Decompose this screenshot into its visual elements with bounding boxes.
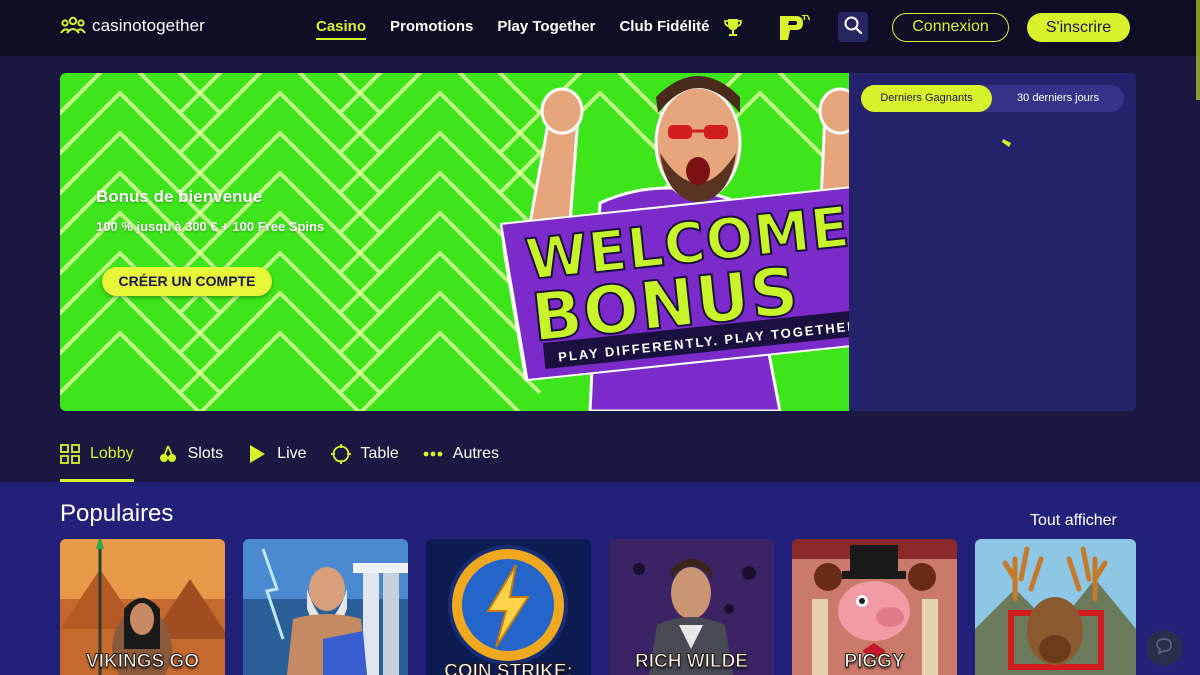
loading-spinner-icon (999, 133, 1019, 158)
tab-30-derniers-jours[interactable]: 30 derniers jours (992, 85, 1124, 112)
tab-lobby[interactable]: Lobby (60, 440, 134, 482)
game-title: VIKINGS GO (86, 651, 200, 673)
nav-club-fidelite[interactable]: Club Fidélité (619, 18, 709, 40)
chip-icon (330, 444, 351, 464)
hero-subtitle: 100 % jusqu'à 300 € + 100 Free Spins (96, 219, 325, 234)
tab-label: Lobby (90, 445, 134, 462)
winners-tabs: Derniers Gagnants 30 derniers jours (861, 85, 1124, 112)
game-card[interactable]: PIGGY (792, 539, 957, 675)
tab-label: Table (360, 445, 399, 462)
cherries-icon (158, 444, 178, 464)
tab-live[interactable]: Live (247, 440, 307, 482)
tab-slots[interactable]: Slots (158, 440, 224, 482)
main-nav: Casino Promotions Play Together Club Fid… (316, 18, 733, 40)
page-scrollbar[interactable] (1196, 0, 1200, 100)
tab-label: Slots (187, 445, 224, 462)
game-card[interactable] (975, 539, 1136, 675)
section-title: Populaires (60, 500, 174, 527)
search-button[interactable] (838, 12, 868, 42)
game-title: RICH WILDE (635, 651, 749, 673)
category-tabs: Lobby Slots Live Table Autres (60, 440, 523, 482)
login-button[interactable]: Connexion (892, 13, 1009, 42)
site-logo[interactable]: casinotogether (60, 16, 205, 36)
nav-play-together[interactable]: Play Together (497, 18, 595, 40)
logo-people-icon (60, 16, 86, 36)
signup-button[interactable]: S'inscrire (1027, 13, 1130, 42)
tab-label: Autres (452, 445, 500, 462)
game-card[interactable]: RICH WILDE (609, 539, 774, 675)
nav-promotions[interactable]: Promotions (390, 18, 473, 40)
dots-icon (423, 444, 443, 464)
game-card[interactable]: VIKINGS GO (60, 539, 225, 675)
top-header: casinotogether Casino Promotions Play To… (0, 0, 1200, 56)
winners-panel: Derniers Gagnants 30 derniers jours (849, 73, 1136, 411)
see-all-link[interactable]: Tout afficher (1030, 512, 1117, 530)
hero-title: Bonus de bienvenue (96, 187, 263, 206)
trophy-icon[interactable] (722, 16, 744, 43)
ptv-logo-icon[interactable]: TV (776, 12, 813, 49)
hero-banner[interactable]: WELCOME BONUS PLAY DIFFERENTLY. PLAY TOG… (60, 73, 849, 411)
tab-label: Live (277, 445, 307, 462)
game-thumbnail (975, 539, 1136, 675)
game-thumbnail (426, 539, 591, 675)
nav-casino[interactable]: Casino (316, 18, 367, 40)
game-card[interactable] (243, 539, 408, 675)
grid-icon (60, 444, 80, 464)
game-card[interactable]: COIN STRIKE: (426, 539, 591, 675)
tab-derniers-gagnants[interactable]: Derniers Gagnants (861, 85, 992, 112)
svg-text:TV: TV (802, 14, 810, 22)
chat-button[interactable] (1146, 630, 1182, 666)
chat-icon (1155, 637, 1173, 660)
game-title: COIN STRIKE: (444, 661, 574, 675)
game-title: PIGGY (844, 651, 905, 673)
tab-table[interactable]: Table (330, 440, 399, 482)
search-icon (843, 15, 863, 40)
game-thumbnail (243, 539, 408, 675)
logo-text: casinotogether (92, 16, 205, 35)
create-account-button[interactable]: CRÉER UN COMPTE (102, 267, 272, 296)
tab-autres[interactable]: Autres (423, 440, 499, 482)
play-icon (247, 444, 267, 464)
